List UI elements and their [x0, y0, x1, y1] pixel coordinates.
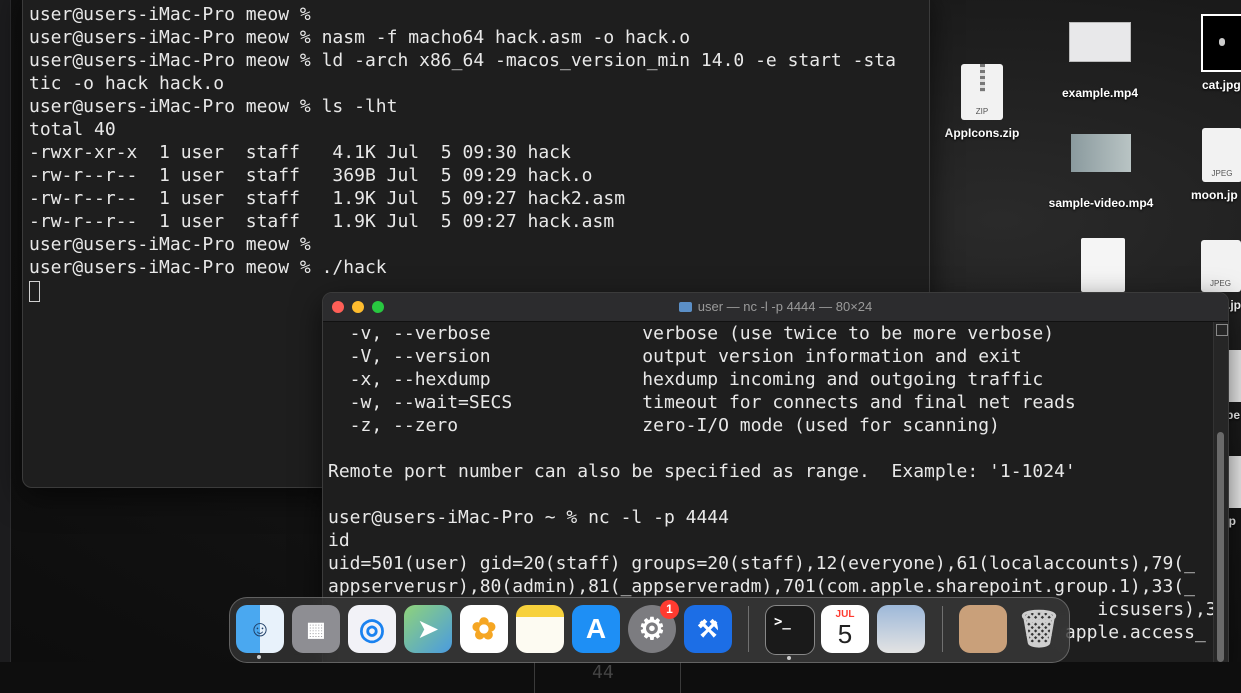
- dock-separator: [748, 606, 749, 652]
- desktop-file-moon-jpg[interactable]: JPEG moon.jp: [1191, 128, 1241, 202]
- desktop-file-sample-video-mp4[interactable]: sample-video.mp4: [1046, 134, 1156, 210]
- video-thumbnail-icon: [1069, 22, 1131, 62]
- terminal-line: total 40: [29, 119, 116, 140]
- maps-icon[interactable]: ➤: [404, 605, 452, 653]
- photos-icon[interactable]: ✿: [460, 605, 508, 653]
- file-name: moon.jp: [1191, 188, 1238, 202]
- app-store-icon[interactable]: A: [572, 605, 620, 653]
- desktop-file-appicons-zip[interactable]: ZIP AppIcons.zip: [942, 64, 1022, 140]
- file-name: example.mp4: [1061, 86, 1139, 100]
- background-text: 44: [592, 662, 614, 683]
- bottom-panel: [0, 662, 1241, 693]
- xcode-icon[interactable]: ⚒: [684, 605, 732, 653]
- desktop-file-cat-jpg[interactable]: cat.jpg: [1196, 14, 1241, 92]
- calendar-day: 5: [837, 619, 853, 649]
- desktop-file-example-mp4[interactable]: example.mp4: [1050, 22, 1150, 100]
- jpeg-file-icon: JPEG: [1200, 240, 1241, 292]
- scrollbar[interactable]: [1213, 322, 1228, 673]
- jpeg-label: JPEG: [1211, 169, 1233, 178]
- window-title-text: user — nc -l -p 4444 — 80×24: [697, 299, 873, 314]
- zip-label: ZIP: [975, 107, 989, 116]
- calendar-icon[interactable]: JUL 5: [821, 605, 869, 653]
- terminal-line: user@users-iMac-Pro meow % ls -lht: [29, 96, 398, 117]
- dock-separator: [942, 606, 943, 652]
- divider: [534, 662, 535, 693]
- finder-icon[interactable]: ☺: [236, 605, 284, 659]
- file-name: sample-video.mp4: [1048, 196, 1154, 210]
- system-settings-icon[interactable]: ⚙ 1: [628, 600, 679, 653]
- terminal-line: -rw-r--r-- 1 user staff 369B Jul 5 09:29…: [29, 165, 593, 186]
- desktop-file-document[interactable]: [1078, 238, 1128, 292]
- terminal-line: -rwxr-xr-x 1 user staff 4.1K Jul 5 09:30…: [29, 142, 571, 163]
- jpeg-file-icon: JPEG: [1202, 128, 1241, 182]
- notes-icon[interactable]: [516, 605, 564, 653]
- file-name: cat.jpg: [1202, 78, 1241, 92]
- archive-folder-icon[interactable]: [959, 605, 1007, 653]
- video-thumbnail-icon: [1071, 134, 1131, 172]
- terminal-line: user@users-iMac-Pro meow % ld -arch x86_…: [29, 50, 896, 71]
- image-thumbnail-icon: [1201, 14, 1241, 72]
- dock: ☺ ▦ ◎ ➤ ✿ A ⚙ 1 ⚒ >_ JUL 5 🗑: [229, 597, 1070, 663]
- trash-icon[interactable]: 🗑: [1015, 605, 1063, 653]
- terminal-line: -rw-r--r-- 1 user staff 1.9K Jul 5 09:27…: [29, 188, 626, 209]
- file-name: AppIcons.zip: [944, 126, 1020, 140]
- terminal-line: user@users-iMac-Pro meow %: [29, 4, 311, 25]
- running-indicator: [787, 656, 791, 660]
- folder-icon: [678, 302, 692, 312]
- running-indicator: [257, 655, 261, 659]
- terminal-line: tic -o hack hack.o: [29, 73, 225, 94]
- scrollbar-thumb[interactable]: [1217, 432, 1224, 662]
- terminal-line: -v, --verbose verbose (use twice to be m…: [328, 323, 1055, 344]
- window-title: user — nc -l -p 4444 — 80×24: [323, 299, 1228, 314]
- terminal-line: user@users-iMac-Pro meow % ./hack: [29, 257, 387, 278]
- jpeg-label: JPEG: [1210, 279, 1231, 288]
- safari-icon[interactable]: ◎: [348, 605, 396, 653]
- left-edge-strip: [0, 0, 11, 693]
- terminal-line: -x, --hexdump hexdump incoming and outgo…: [328, 369, 1044, 390]
- terminal-icon[interactable]: >_: [765, 605, 815, 660]
- launchpad-icon[interactable]: ▦: [292, 605, 340, 653]
- terminal-line: id: [328, 530, 350, 551]
- terminal-line: -z, --zero zero-I/O mode (used for scann…: [328, 415, 1000, 436]
- window-titlebar[interactable]: user — nc -l -p 4444 — 80×24: [323, 293, 1228, 322]
- terminal-line: -w, --wait=SECS timeout for connects and…: [328, 392, 1076, 413]
- scroll-marker-icon: [1216, 324, 1228, 336]
- document-file-icon: [1081, 238, 1125, 292]
- zip-file-icon: ZIP: [961, 64, 1003, 120]
- terminal-line: user@users-iMac-Pro meow %: [29, 234, 311, 255]
- terminal-line: uid=501(user) gid=20(staff) groups=20(st…: [328, 553, 1195, 574]
- terminal-output: -v, --verbose verbose (use twice to be m…: [328, 322, 1228, 644]
- text-cursor: [29, 280, 40, 302]
- preview-icon[interactable]: [877, 605, 925, 653]
- terminal-line: -V, --version output version information…: [328, 346, 1022, 367]
- terminal-line: user@users-iMac-Pro ~ % nc -l -p 4444: [328, 507, 729, 528]
- divider: [680, 662, 681, 693]
- terminal-output: user@users-iMac-Pro meow % user@users-iMa…: [29, 3, 896, 302]
- notification-badge: 1: [660, 600, 679, 619]
- terminal-line: -rw-r--r-- 1 user staff 1.9K Jul 5 09:27…: [29, 211, 615, 232]
- terminal-line: user@users-iMac-Pro meow % nasm -f macho…: [29, 27, 691, 48]
- terminal-line: Remote port number can also be specified…: [328, 461, 1076, 482]
- terminal-line: appserverusr),80(admin),81(_appserveradm…: [328, 576, 1195, 597]
